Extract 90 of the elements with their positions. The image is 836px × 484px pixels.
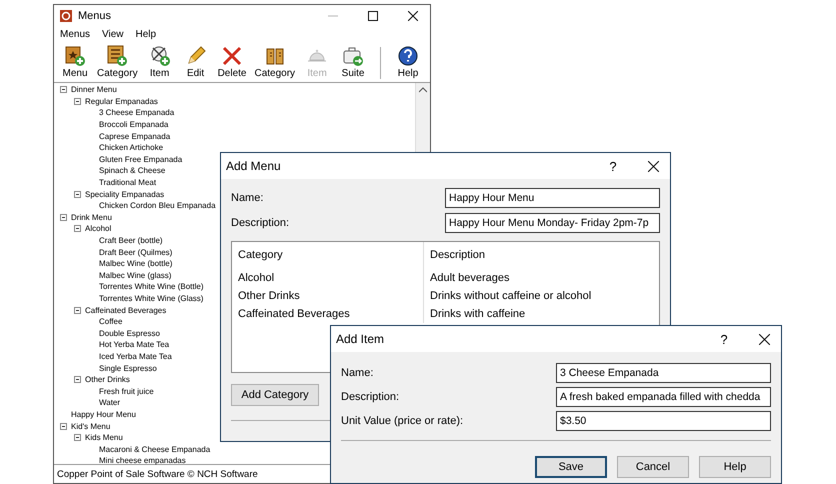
collapse-icon[interactable]	[74, 98, 81, 105]
toolbar-button[interactable]: Item	[142, 44, 177, 79]
description-field[interactable]: Happy Hour Menu Monday- Friday 2pm-7p	[445, 212, 660, 232]
collapse-icon[interactable]	[60, 422, 67, 430]
column-header: Description	[429, 248, 486, 263]
dialog-button[interactable]: Help	[699, 456, 771, 478]
tree-item[interactable]: Kids Menu	[85, 433, 123, 442]
tree-item[interactable]: Chicken Artichoke	[99, 143, 164, 152]
collapse-icon[interactable]	[74, 376, 81, 384]
dialog-title: Add Item	[336, 332, 386, 346]
tree-item[interactable]: Mini cheese empanadas	[99, 456, 186, 466]
table-cell[interactable]: Drinks with caffeine	[424, 305, 659, 323]
tree-item[interactable]: Torrentes White Wine (Bottle)	[99, 282, 204, 292]
toolbar-button[interactable]: Category	[251, 44, 298, 79]
tree-item[interactable]: 3 Cheese Empanada	[99, 108, 174, 118]
scroll-up-icon[interactable]	[419, 87, 427, 93]
menu-item[interactable]: View	[102, 29, 124, 40]
field-label: Description:	[231, 216, 290, 228]
collapse-icon[interactable]	[74, 190, 81, 198]
column-header: Category	[232, 242, 424, 269]
toolbar-button[interactable]: Help	[391, 44, 426, 79]
field-label: Description:	[341, 390, 400, 402]
tree-item[interactable]: Craft Beer (bottle)	[99, 236, 163, 246]
table-cell[interactable]: Caffeinated Beverages	[232, 305, 424, 323]
tree-item[interactable]: Malbec Wine (glass)	[99, 270, 172, 280]
table-cell[interactable]: Alcohol	[232, 269, 424, 287]
tree-item[interactable]: Regular Empanadas	[85, 96, 158, 106]
window-title: Menus	[78, 10, 112, 22]
dialog-button[interactable]: Save	[535, 456, 607, 478]
collapse-icon[interactable]	[74, 434, 81, 442]
collapse-icon[interactable]	[60, 214, 67, 221]
tree-item[interactable]: Torrentes White Wine (Glass)	[99, 294, 204, 303]
add-category-button[interactable]: Add Category	[231, 384, 319, 406]
field-label: Name:	[231, 192, 264, 204]
tree-item[interactable]: Single Espresso	[99, 364, 157, 373]
toolbar-icon	[396, 44, 420, 68]
tree-item[interactable]: Water	[99, 398, 120, 408]
toolbar-button[interactable]: Category	[94, 44, 141, 79]
tree-item[interactable]: Gluten Free Empanada	[99, 154, 182, 164]
tree-item[interactable]: Chicken Cordon Bleu Empanada	[99, 201, 216, 210]
field-label: Unit Value (price or rate):	[341, 414, 464, 426]
tree-item[interactable]: Iced Yerba Mate Tea	[99, 352, 172, 361]
app-icon	[60, 10, 72, 22]
tree-item[interactable]: Double Espresso	[99, 328, 160, 338]
close-icon[interactable]	[408, 11, 418, 21]
tree-item[interactable]: Macaroni & Cheese Empanada	[99, 444, 210, 454]
tree-item[interactable]: Caprese Empanada	[99, 132, 170, 141]
tree-item[interactable]: Hot Yerba Mate Tea	[99, 340, 170, 350]
table-cell[interactable]: Drinks without caffeine or alcohol	[424, 287, 659, 305]
toolbar-icon	[105, 44, 130, 68]
toolbar-icon	[63, 44, 87, 68]
table-cell[interactable]: Other Drinks	[232, 287, 424, 305]
tree-item[interactable]: Speciality Empanadas	[85, 190, 164, 199]
toolbar-button[interactable]: Suite	[336, 44, 370, 79]
input-field[interactable]: A fresh baked empanada filled with chedda	[556, 386, 771, 406]
help-glyph[interactable]: ?	[707, 332, 741, 346]
tree-item[interactable]: Other Drinks	[85, 375, 130, 384]
collapse-icon[interactable]	[60, 86, 67, 94]
tree-item[interactable]: Fresh fruit juice	[99, 386, 154, 396]
close-icon[interactable]	[648, 160, 658, 172]
toolbar-button[interactable]: Edit	[178, 44, 213, 79]
tree-item[interactable]: Spinach & Cheese	[99, 166, 166, 176]
field-label: Name:	[341, 366, 374, 378]
tree-item[interactable]: Traditional Meat	[99, 178, 156, 188]
menu-item[interactable]: Help	[136, 29, 156, 40]
name-field[interactable]: Happy Hour Menu	[445, 188, 660, 208]
tree-item[interactable]: Broccoli Empanada	[99, 120, 168, 130]
tree-item[interactable]: Kid's Menu	[71, 422, 110, 431]
tree-item[interactable]: Coffee	[99, 317, 122, 326]
collapse-icon[interactable]	[74, 225, 81, 232]
close-icon[interactable]	[758, 334, 770, 344]
tree-item[interactable]: Happy Hour Menu	[71, 410, 136, 419]
toolbar-button[interactable]: Menu	[58, 44, 92, 79]
tree-item[interactable]: Alcohol	[85, 224, 112, 234]
input-field[interactable]: 3 Cheese Empanada	[556, 362, 771, 382]
tree-item[interactable]: Caffeinated Beverages	[85, 306, 166, 315]
dialog-title: Add Menu	[226, 159, 282, 173]
tree-item[interactable]: Malbec Wine (bottle)	[99, 259, 172, 268]
dialog-button[interactable]: Cancel	[617, 456, 689, 478]
collapse-icon[interactable]	[74, 306, 81, 314]
table-cell[interactable]: Adult beverages	[424, 269, 659, 287]
input-field[interactable]: $3.50	[556, 410, 771, 430]
tree-item[interactable]: Drink Menu	[71, 212, 112, 222]
help-glyph[interactable]: ?	[596, 158, 630, 174]
status-text: Copper Point of Sale Software © NCH Software	[57, 468, 258, 480]
maximize-icon[interactable]	[368, 11, 378, 21]
tree-item[interactable]: Dinner Menu	[71, 85, 117, 94]
menu-item[interactable]: Menus	[60, 29, 90, 40]
tree-item[interactable]: Draft Beer (Quilmes)	[99, 248, 172, 257]
toolbar-button[interactable]: Delete	[214, 44, 250, 79]
